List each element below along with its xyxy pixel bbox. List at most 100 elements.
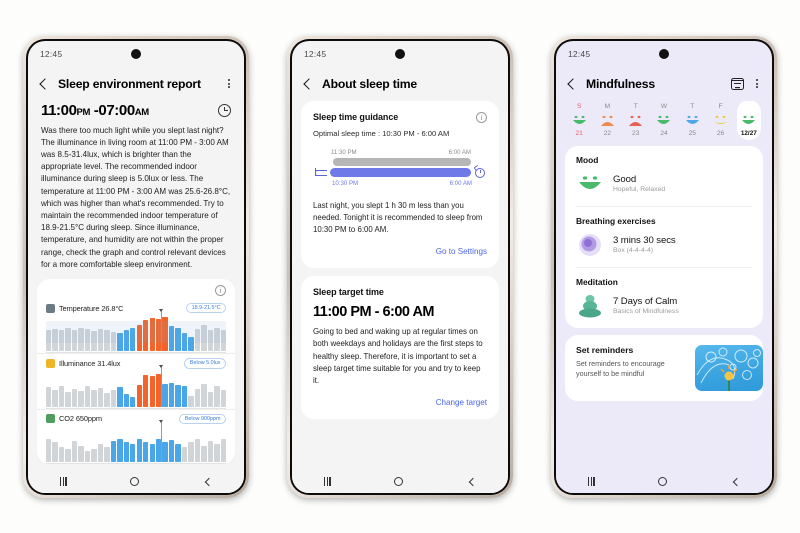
chart-bar bbox=[46, 329, 52, 352]
phone-bezel: 12:45 About sleep time Sleep time guidan… bbox=[290, 38, 510, 495]
guidance-title: Sleep time guidance bbox=[313, 111, 399, 122]
chart-bar bbox=[110, 440, 117, 462]
day-number-label: 21 bbox=[575, 129, 583, 137]
status-bar: 12:45 bbox=[556, 41, 772, 67]
more-options-icon[interactable] bbox=[223, 78, 235, 89]
more-options-icon[interactable] bbox=[751, 78, 763, 89]
day-number-label: 26 bbox=[716, 129, 725, 137]
scroll-body[interactable]: 11:00PM -07:00AM Was there too much ligh… bbox=[28, 101, 244, 471]
section-row: 7 Days of Calm Basics of Mindfulness bbox=[576, 293, 752, 319]
mood-face-icon bbox=[576, 171, 604, 197]
scroll-body[interactable]: Sleep time guidance i Optimal sleep time… bbox=[292, 100, 508, 471]
phone-screen: 12:45 Sleep environment report 11:00PM -… bbox=[28, 40, 244, 493]
section-meditation[interactable]: Meditation 7 Days of Calm Basics of Mindfu… bbox=[576, 266, 752, 328]
week-day-23[interactable]: T 23 bbox=[622, 103, 650, 137]
week-day-25[interactable]: T 25 bbox=[678, 103, 706, 137]
target-time: 11:00 PM - 6:00 AM bbox=[313, 304, 435, 321]
chart-bar bbox=[110, 389, 117, 407]
chart-bar bbox=[65, 328, 71, 352]
page-title: Sleep environment report bbox=[58, 76, 201, 91]
back-icon[interactable] bbox=[37, 77, 51, 91]
go-to-settings-link[interactable]: Go to Settings bbox=[313, 247, 487, 256]
day-number-label: 12/27 bbox=[740, 129, 757, 137]
metric-header: Temperature 26.8°C 18.9-21.5°C bbox=[46, 299, 226, 315]
timeline-actual-bar bbox=[333, 157, 471, 166]
timeline-bottom-labels: 10:30 PM 6:00 AM bbox=[315, 178, 485, 187]
week-day-24[interactable]: W 24 bbox=[650, 103, 678, 137]
metric-bar-chart[interactable] bbox=[46, 419, 227, 462]
chart-bar bbox=[143, 319, 149, 352]
chart-bar bbox=[175, 384, 181, 407]
app-bar: Sleep environment report bbox=[28, 67, 244, 101]
day-of-week-label: S bbox=[576, 102, 582, 110]
page-title: Mindfulness bbox=[586, 76, 655, 91]
screenshot-root: 12:45 Sleep environment report 11:00PM -… bbox=[0, 0, 800, 533]
home-icon[interactable] bbox=[658, 477, 668, 486]
target-title: Sleep target time bbox=[313, 287, 384, 298]
status-clock: 12:45 bbox=[304, 48, 327, 59]
week-day-22[interactable]: M 22 bbox=[593, 103, 621, 137]
breathing-orb-icon bbox=[576, 232, 604, 258]
chart-bar bbox=[123, 393, 129, 407]
sleep-range-end-period: AM bbox=[134, 106, 149, 118]
chart-bar bbox=[220, 329, 227, 352]
scroll-body[interactable]: S 21 M 22 T 23 W 24 T 25 F 26 S12/27 Mood GoodHopeful… bbox=[556, 100, 772, 471]
chart-bar bbox=[46, 387, 52, 407]
chart-bar bbox=[123, 441, 129, 462]
phone-sleep-environment-report: 12:45 Sleep environment report 11:00PM -… bbox=[23, 35, 249, 498]
week-day-12-27[interactable]: S12/27 bbox=[735, 100, 763, 140]
metric-label: Illuminance 31.4lux bbox=[59, 358, 121, 368]
chart-bar bbox=[220, 439, 227, 462]
chart-bar bbox=[136, 438, 142, 462]
phone-screen: 12:45 Mindfulness S 21 M 22 T 23 W 24 T 25 F 26 S12/… bbox=[556, 40, 772, 493]
week-day-21[interactable]: S 21 bbox=[565, 103, 593, 137]
timeline-blue-start: 10:30 PM bbox=[332, 179, 359, 187]
camera-punch-hole-icon bbox=[659, 48, 669, 59]
mood-face-icon bbox=[599, 113, 616, 127]
environment-chart-card: i Temperature 26.8°C 18.9-21.5°C Illuminan… bbox=[37, 279, 235, 464]
set-reminders-card[interactable]: Set reminders Set reminders to encourage… bbox=[565, 334, 763, 401]
section-row: Good Hopeful, Relaxed bbox=[576, 171, 752, 197]
back-nav-icon[interactable] bbox=[731, 477, 740, 486]
day-of-week-label: F bbox=[718, 102, 723, 110]
section-mood[interactable]: Mood Good Hopeful, Relaxed bbox=[576, 146, 752, 206]
status-bar: 12:45 bbox=[292, 41, 508, 67]
chart-bar bbox=[78, 445, 84, 462]
back-nav-icon[interactable] bbox=[203, 477, 212, 486]
camera-punch-hole-icon bbox=[131, 48, 141, 59]
home-icon[interactable] bbox=[394, 477, 404, 486]
clock-icon[interactable] bbox=[218, 103, 231, 117]
week-day-26[interactable]: F 26 bbox=[706, 103, 734, 137]
co2-icon bbox=[46, 414, 55, 424]
chart-bar bbox=[65, 392, 71, 407]
chart-bar bbox=[104, 392, 110, 407]
change-target-link[interactable]: Change target bbox=[313, 398, 487, 407]
chart-bar bbox=[91, 330, 97, 352]
info-icon[interactable]: i bbox=[215, 285, 226, 297]
back-icon[interactable] bbox=[565, 77, 579, 91]
timeline-recommended-bar[interactable] bbox=[330, 168, 471, 177]
home-icon[interactable] bbox=[130, 477, 140, 486]
recents-icon[interactable] bbox=[59, 477, 67, 486]
back-nav-icon[interactable] bbox=[467, 477, 476, 486]
back-icon[interactable] bbox=[301, 77, 315, 91]
mood-face-icon bbox=[684, 113, 701, 127]
sleep-target-time-card: Sleep target time 11:00 PM - 6:00 AM Goi… bbox=[301, 276, 499, 420]
metric-label: Temperature 26.8°C bbox=[59, 303, 124, 313]
chart-bar bbox=[162, 442, 168, 462]
recents-icon[interactable] bbox=[587, 477, 595, 486]
chart-bar bbox=[168, 383, 175, 407]
section-sub-value: Hopeful, Relaxed bbox=[613, 186, 666, 194]
section-row: 3 mins 30 secs Box (4-4-4-4) bbox=[576, 232, 752, 258]
chart-bar bbox=[175, 327, 181, 352]
metric-bar-chart[interactable] bbox=[46, 364, 227, 407]
recents-icon[interactable] bbox=[323, 477, 331, 486]
chart-bar bbox=[52, 329, 58, 352]
calendar-icon[interactable] bbox=[731, 77, 744, 90]
sleep-timeline: 11:30 PM 6:00 AM 10:30 PM 6:00 AM bbox=[313, 149, 487, 187]
info-icon[interactable]: i bbox=[476, 111, 487, 123]
metric-bar-chart[interactable] bbox=[46, 309, 227, 352]
section-main-value: 3 mins 30 secs bbox=[613, 234, 676, 246]
timeline-blue-end: 6:00 AM bbox=[449, 179, 472, 187]
section-breathing-exercises[interactable]: Breathing exercises 3 mins 30 secs Box (4-… bbox=[576, 205, 752, 267]
